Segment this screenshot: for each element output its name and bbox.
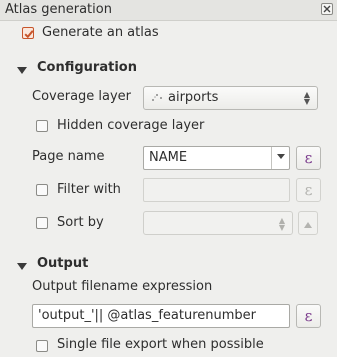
single-file-checkbox[interactable]	[36, 340, 48, 352]
hidden-coverage-checkbox[interactable]	[36, 120, 48, 132]
dock-title-bar: Atlas generation	[0, 0, 337, 21]
coverage-layer-value: airports	[168, 90, 219, 105]
page-name-expression-button[interactable]: ε	[296, 146, 321, 170]
filter-expression-button[interactable]: ε	[296, 178, 321, 202]
filter-with-label: Filter with	[57, 182, 121, 197]
spinner-arrows-icon: ▲ ▼	[278, 216, 286, 232]
filter-with-checkbox[interactable]	[36, 184, 48, 196]
point-layer-icon	[152, 94, 162, 101]
output-section-title[interactable]: Output	[37, 256, 88, 271]
dock-title: Atlas generation	[5, 2, 112, 17]
page-name-label: Page name	[32, 149, 105, 164]
generate-atlas-checkbox[interactable]	[22, 27, 34, 39]
output-filename-field[interactable]: 'output_'|| @atlas_featurenumber	[32, 304, 290, 328]
page-name-value: NAME	[149, 150, 188, 165]
output-filename-value: 'output_'|| @atlas_featurenumber	[38, 308, 257, 323]
sort-by-checkbox[interactable]	[36, 217, 48, 229]
coverage-layer-combo[interactable]: airports ▲ ▼	[143, 86, 318, 110]
sort-by-label: Sort by	[57, 215, 104, 230]
filter-expression-field[interactable]	[143, 178, 290, 202]
coverage-layer-label: Coverage layer	[32, 89, 132, 104]
sort-ascending-button[interactable]	[298, 211, 318, 235]
hidden-coverage-label: Hidden coverage layer	[57, 118, 205, 133]
output-expression-button[interactable]: ε	[296, 304, 321, 328]
generate-atlas-label: Generate an atlas	[42, 25, 159, 40]
close-icon[interactable]	[321, 3, 333, 15]
output-filename-label: Output filename expression	[32, 279, 213, 294]
collapse-arrow-icon[interactable]	[17, 263, 27, 270]
spinner-arrows-icon: ▲ ▼	[303, 90, 311, 106]
sort-by-combo[interactable]: ▲ ▼	[143, 211, 293, 235]
configuration-section-title[interactable]: Configuration	[37, 60, 137, 75]
page-name-combo[interactable]: NAME	[143, 146, 290, 170]
single-file-label: Single file export when possible	[57, 337, 264, 352]
collapse-arrow-icon[interactable]	[17, 67, 27, 74]
chevron-down-icon[interactable]	[271, 147, 289, 169]
